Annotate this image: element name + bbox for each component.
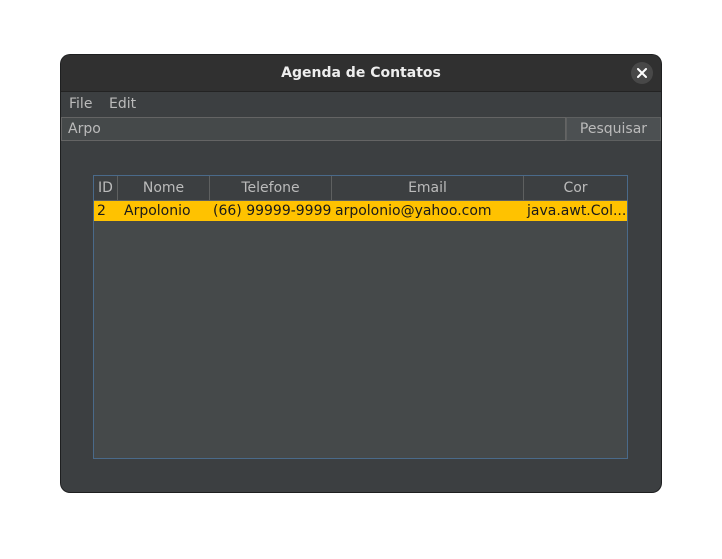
- column-header-cor[interactable]: Cor: [524, 176, 627, 200]
- cell-telefone: (66) 99999-9999: [213, 203, 332, 219]
- column-header-telefone[interactable]: Telefone: [210, 176, 332, 200]
- table-row[interactable]: 2 Arpolonio (66) 99999-9999 arpolonio@ya…: [94, 201, 627, 221]
- menu-edit[interactable]: Edit: [109, 92, 136, 116]
- cell-id: 2: [97, 203, 106, 219]
- column-header-id[interactable]: ID: [94, 176, 118, 200]
- search-button[interactable]: Pesquisar: [566, 117, 661, 141]
- title-bar[interactable]: Agenda de Contatos: [61, 55, 661, 92]
- table-header: ID Nome Telefone Email Cor: [94, 176, 627, 201]
- cell-email: arpolonio@yahoo.com: [335, 203, 492, 219]
- close-button[interactable]: [631, 62, 653, 84]
- window-title: Agenda de Contatos: [281, 65, 441, 81]
- column-header-email[interactable]: Email: [332, 176, 524, 200]
- search-row: Pesquisar: [61, 117, 661, 143]
- contacts-table: ID Nome Telefone Email Cor 2 Arpolonio (…: [93, 175, 628, 459]
- close-icon: [637, 68, 647, 78]
- column-header-nome[interactable]: Nome: [118, 176, 210, 200]
- app-window: Agenda de Contatos File Edit Pesquisar I…: [61, 55, 661, 492]
- menu-file[interactable]: File: [69, 92, 92, 116]
- cell-cor: java.awt.Col...: [527, 203, 627, 219]
- search-input[interactable]: [61, 117, 566, 141]
- menu-bar: File Edit: [61, 92, 661, 116]
- cell-nome: Arpolonio: [124, 203, 191, 219]
